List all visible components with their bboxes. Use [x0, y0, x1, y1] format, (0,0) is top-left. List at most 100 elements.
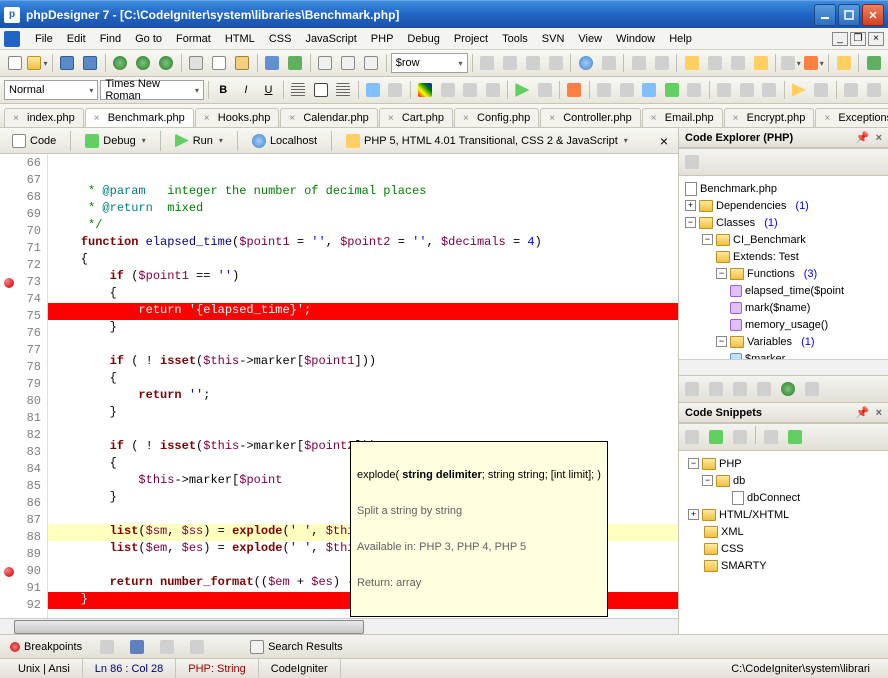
expand-icon[interactable]: −	[716, 268, 727, 279]
code-line[interactable]	[48, 422, 678, 439]
tab-close-icon[interactable]: ×	[388, 113, 398, 123]
line-number[interactable]: 91	[0, 581, 47, 598]
tab-close-icon[interactable]: ×	[204, 113, 214, 123]
tool-e1[interactable]	[833, 52, 854, 74]
line-number[interactable]: 84	[0, 462, 47, 479]
editor-hscroll[interactable]	[0, 618, 678, 634]
menu-view[interactable]: View	[571, 31, 609, 47]
scrollbar-thumb[interactable]	[14, 620, 364, 634]
bottom-tool-4[interactable]	[186, 636, 208, 658]
expand-icon[interactable]: −	[685, 217, 696, 228]
tool-a2[interactable]	[499, 52, 520, 74]
tab-close-icon[interactable]: ×	[549, 113, 559, 123]
line-number[interactable]: 78	[0, 360, 47, 377]
ftp-button[interactable]	[575, 52, 596, 74]
save-button[interactable]	[57, 52, 78, 74]
save-all-button[interactable]	[80, 52, 101, 74]
ftp2-button[interactable]	[598, 52, 619, 74]
bold-button[interactable]: B	[213, 79, 234, 101]
line-number[interactable]: 81	[0, 411, 47, 428]
tab-close-icon[interactable]: ×	[13, 113, 23, 123]
line-number[interactable]: 73	[0, 275, 47, 292]
code-line[interactable]: {	[48, 286, 678, 303]
tool-j2[interactable]	[736, 79, 757, 101]
code-line[interactable]: return '';	[48, 388, 678, 405]
code-view-button[interactable]: Code	[4, 132, 64, 150]
file-tab[interactable]: ×Controller.php	[540, 108, 641, 127]
tool-c1[interactable]	[681, 52, 702, 74]
tool-b1[interactable]	[628, 52, 649, 74]
file-tab[interactable]: ×Cart.php	[379, 108, 453, 127]
exp-bt-2[interactable]	[705, 378, 727, 400]
tool-d2[interactable]: ▾	[803, 52, 824, 74]
menu-project[interactable]: Project	[447, 31, 495, 47]
pin-icon[interactable]: 📌	[856, 131, 870, 144]
run-sub-button[interactable]: Run▾	[167, 132, 231, 150]
line-number[interactable]: 79	[0, 377, 47, 394]
snippet-node[interactable]: XML	[683, 523, 884, 540]
maximize-button[interactable]	[838, 4, 860, 26]
mdi-minimize-button[interactable]: _	[832, 32, 848, 46]
expand-icon[interactable]: −	[702, 475, 713, 486]
line-number[interactable]: 72	[0, 258, 47, 275]
italic-button[interactable]: I	[236, 79, 257, 101]
panel-close-button[interactable]: ×	[876, 407, 882, 419]
snip-tool-4[interactable]	[760, 426, 782, 448]
row-combo[interactable]: $row▾	[391, 53, 468, 73]
snippet-node[interactable]: +HTML/XHTML	[683, 506, 884, 523]
explorer-hscroll[interactable]	[679, 359, 888, 375]
code-line[interactable]: {	[48, 252, 678, 269]
snippet-node[interactable]: SMARTY	[683, 557, 884, 574]
cut-button[interactable]	[186, 52, 207, 74]
expand-icon[interactable]: −	[702, 234, 713, 245]
tool-c4[interactable]	[750, 52, 771, 74]
line-number[interactable]: 83	[0, 445, 47, 462]
menu-window[interactable]: Window	[609, 31, 662, 47]
tool-g1[interactable]	[437, 79, 458, 101]
new-button[interactable]	[4, 52, 25, 74]
redo-button[interactable]	[285, 52, 306, 74]
color-button[interactable]	[415, 79, 436, 101]
line-number[interactable]: 69	[0, 207, 47, 224]
line-number[interactable]: 67	[0, 173, 47, 190]
tool-c2[interactable]	[704, 52, 725, 74]
code-line[interactable]: * @return mixed	[48, 201, 678, 218]
line-number[interactable]: 68	[0, 190, 47, 207]
file-tab[interactable]: ×Benchmark.php	[85, 108, 194, 127]
menu-edit[interactable]: Edit	[60, 31, 93, 47]
tool-d1[interactable]: ▾	[780, 52, 801, 74]
tool-j1[interactable]	[714, 79, 735, 101]
code-line[interactable]: {	[48, 371, 678, 388]
menu-debug[interactable]: Debug	[400, 31, 446, 47]
expand-icon[interactable]: −	[688, 458, 699, 469]
snippet-node[interactable]: −db	[683, 472, 884, 489]
file-tab[interactable]: ×index.php	[4, 108, 84, 127]
menu-php[interactable]: PHP	[364, 31, 401, 47]
profile-button[interactable]: PHP 5, HTML 4.01 Transitional, CSS 2 & J…	[338, 132, 636, 150]
bottom-tool-3[interactable]	[156, 636, 178, 658]
code-line[interactable]: }	[48, 405, 678, 422]
code-line[interactable]: if ($point1 == '')	[48, 269, 678, 286]
tool-i2[interactable]	[616, 79, 637, 101]
menu-tools[interactable]: Tools	[495, 31, 535, 47]
line-number[interactable]: 86	[0, 496, 47, 513]
underline-button[interactable]: U	[258, 79, 279, 101]
exp-bt-3[interactable]	[729, 378, 751, 400]
tab-close-icon[interactable]: ×	[733, 113, 743, 123]
tool-c3[interactable]	[727, 52, 748, 74]
code-line[interactable]: function elapsed_time($point1 = '', $poi…	[48, 235, 678, 252]
tool-b2[interactable]	[651, 52, 672, 74]
code-line[interactable]	[48, 337, 678, 354]
line-number[interactable]: 76	[0, 326, 47, 343]
paste-button[interactable]	[232, 52, 253, 74]
close-button[interactable]	[862, 4, 884, 26]
code-line[interactable]: */	[48, 218, 678, 235]
snippet-node[interactable]: CSS	[683, 540, 884, 557]
tool-i5[interactable]	[684, 79, 705, 101]
snip-tool-1[interactable]	[681, 426, 703, 448]
copy-button[interactable]	[209, 52, 230, 74]
code-line[interactable]: * @param integer the number of decimal p…	[48, 184, 678, 201]
link-button[interactable]	[385, 79, 406, 101]
file-tab[interactable]: ×Calendar.php	[280, 108, 377, 127]
search-results-tab[interactable]: Search Results	[244, 638, 349, 656]
